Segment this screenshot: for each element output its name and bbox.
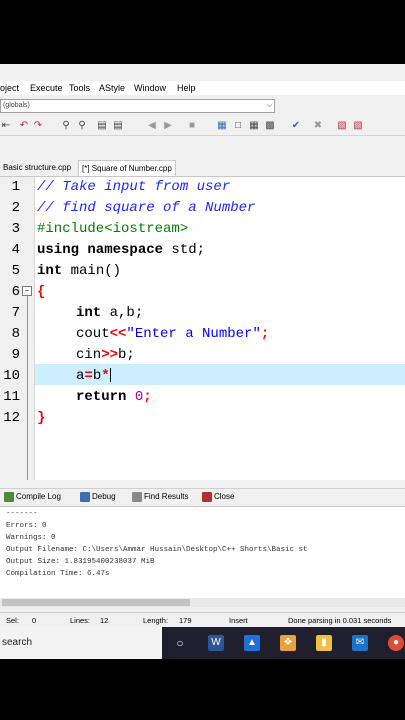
- line-number: 6: [11, 284, 20, 300]
- fold-toggle-icon[interactable]: −: [22, 286, 32, 296]
- file-tabs: Basic structure.cpp [*] Square of Number…: [0, 158, 405, 177]
- code-editor[interactable]: 1 2 3 4 5 6 7 8 9 10 11 12 − // Take inp…: [0, 177, 405, 480]
- redo-icon[interactable]: ↷: [32, 120, 44, 132]
- fold-guide: [27, 296, 28, 480]
- find-results-icon: [132, 491, 142, 502]
- code-line: }: [37, 410, 46, 426]
- code-line: cin>>b;: [76, 347, 135, 363]
- line-number: 3: [11, 221, 20, 237]
- scrollbar-thumb[interactable]: [2, 599, 190, 606]
- code-line: return 0;: [76, 389, 152, 405]
- log-line: Warnings: 0: [6, 534, 56, 542]
- scope-value: (globals): [3, 102, 30, 109]
- rebuild-icon[interactable]: ▩: [264, 120, 276, 132]
- tab-basic-structure[interactable]: Basic structure.cpp: [0, 160, 74, 175]
- tab-find-results[interactable]: Find Results: [132, 491, 188, 503]
- line-number: 5: [11, 263, 20, 279]
- line-number: 10: [3, 368, 20, 384]
- line-number: 9: [11, 347, 20, 363]
- line-number: 4: [11, 242, 20, 258]
- delete-icon[interactable]: ✖: [312, 120, 324, 132]
- back-icon[interactable]: ◀: [146, 120, 158, 132]
- line-number: 1: [11, 179, 20, 195]
- task-view-icon[interactable]: ○: [172, 635, 188, 651]
- lines-label: Lines:: [70, 616, 91, 625]
- bottom-panel-tabs: Compile Log Debug Find Results Close: [0, 488, 405, 505]
- compile-icon[interactable]: ▦: [216, 120, 228, 132]
- toolbar: ⇤ ↶ ↷ ⚲ ⚲ ▤ ▤ ◀ ▶ ■ ▦ □ ▦ ▩ ✔ ✖ ▧ ▧: [0, 117, 405, 136]
- replace-icon[interactable]: ⚲: [76, 120, 88, 132]
- sel-label: Sel:: [6, 616, 19, 625]
- insert-mode: Insert: [229, 616, 248, 625]
- taskbar: search ○ W ▲ ❖ ▮ ✉ ●: [0, 627, 405, 659]
- menu-bar: oject Execute Tools AStyle Window Help: [0, 81, 405, 95]
- devcpp-window: oject Execute Tools AStyle Window Help (…: [0, 64, 405, 659]
- menu-tools[interactable]: Tools: [69, 83, 90, 93]
- debug-icon: [80, 491, 90, 502]
- find-icon[interactable]: ⚲: [60, 120, 72, 132]
- tab-debug[interactable]: Debug: [80, 491, 116, 503]
- code-line: // find square of a Number: [37, 200, 256, 216]
- goto-line-icon[interactable]: ▤: [96, 120, 108, 132]
- line-number: 2: [11, 200, 20, 216]
- tab-square-of-number[interactable]: [*] Square of Number.cpp: [78, 160, 176, 176]
- log-line: -------: [6, 510, 38, 518]
- close-icon: [202, 491, 212, 502]
- bookmark-icon[interactable]: ▤: [112, 120, 124, 132]
- taskbar-search[interactable]: search: [0, 627, 162, 659]
- run-icon[interactable]: □: [232, 120, 244, 132]
- line-number: 7: [11, 305, 20, 321]
- word-icon[interactable]: W: [208, 635, 224, 651]
- code-line: {: [37, 284, 46, 300]
- indent-icon[interactable]: ⇤: [0, 120, 12, 132]
- status-bar: Sel: 0 Lines: 12 Length: 179 Insert Done…: [0, 612, 405, 627]
- code-line: // Take input from user: [37, 179, 231, 195]
- devcpp-icon[interactable]: ▲: [244, 635, 260, 651]
- text-caret: [109, 368, 111, 383]
- compile-run-icon[interactable]: ▦: [248, 120, 260, 132]
- class-browser-bar: (globals) ⌵: [0, 97, 405, 114]
- log-line: Output Filename: C:\Users\Ammar Hussain\…: [6, 546, 308, 554]
- undo-icon[interactable]: ↶: [18, 120, 30, 132]
- line-number: 12: [3, 410, 20, 426]
- line-number-gutter: 1 2 3 4 5 6 7 8 9 10 11 12 −: [0, 177, 35, 480]
- code-line: int a,b;: [76, 305, 144, 321]
- lines-value: 12: [100, 616, 109, 625]
- check-icon[interactable]: ✔: [290, 120, 302, 132]
- code-line: cout<<"Enter a Number";: [76, 326, 270, 342]
- menu-help[interactable]: Help: [177, 83, 196, 93]
- stop-icon[interactable]: ■: [186, 120, 198, 132]
- line-number: 8: [11, 326, 20, 342]
- code-line-current: a=b*: [76, 368, 111, 384]
- length-label: Length:: [143, 616, 169, 625]
- chevron-down-icon: ⌵: [266, 102, 272, 109]
- mail-icon[interactable]: ✉: [352, 635, 368, 651]
- app-icon[interactable]: ❖: [280, 635, 296, 651]
- status-message: Done parsing in 0.031 seconds: [288, 616, 392, 625]
- length-value: 179: [179, 616, 192, 625]
- log-line: Compilation Time: 6.47s: [6, 570, 110, 578]
- profile-icon[interactable]: ▧: [352, 120, 364, 132]
- forward-icon[interactable]: ▶: [162, 120, 174, 132]
- menu-window[interactable]: Window: [134, 83, 166, 93]
- tab-close[interactable]: Close: [202, 491, 234, 503]
- compile-log: ------- Errors: 0 Warnings: 0 Output Fil…: [0, 506, 405, 599]
- code-line: int main(): [37, 263, 122, 279]
- chart-icon[interactable]: ▧: [336, 120, 348, 132]
- code-line: using namespace std;: [37, 242, 206, 258]
- sel-value: 0: [32, 616, 37, 625]
- code-line: #include<iostream>: [37, 221, 189, 237]
- menu-execute[interactable]: Execute: [30, 83, 63, 93]
- horizontal-scrollbar[interactable]: [0, 598, 405, 607]
- log-line: Errors: 0: [6, 522, 47, 530]
- line-number: 11: [3, 389, 20, 405]
- menu-astyle[interactable]: AStyle: [99, 83, 125, 93]
- file-explorer-icon[interactable]: ▮: [316, 635, 332, 651]
- tab-compile-log[interactable]: Compile Log: [4, 491, 61, 503]
- scope-select[interactable]: (globals) ⌵: [0, 99, 275, 113]
- menu-project[interactable]: oject: [0, 83, 19, 93]
- chrome-icon[interactable]: ●: [388, 635, 404, 651]
- compile-log-icon: [4, 491, 14, 502]
- log-line: Output Size: 1.83195400238037 MiB: [6, 558, 155, 566]
